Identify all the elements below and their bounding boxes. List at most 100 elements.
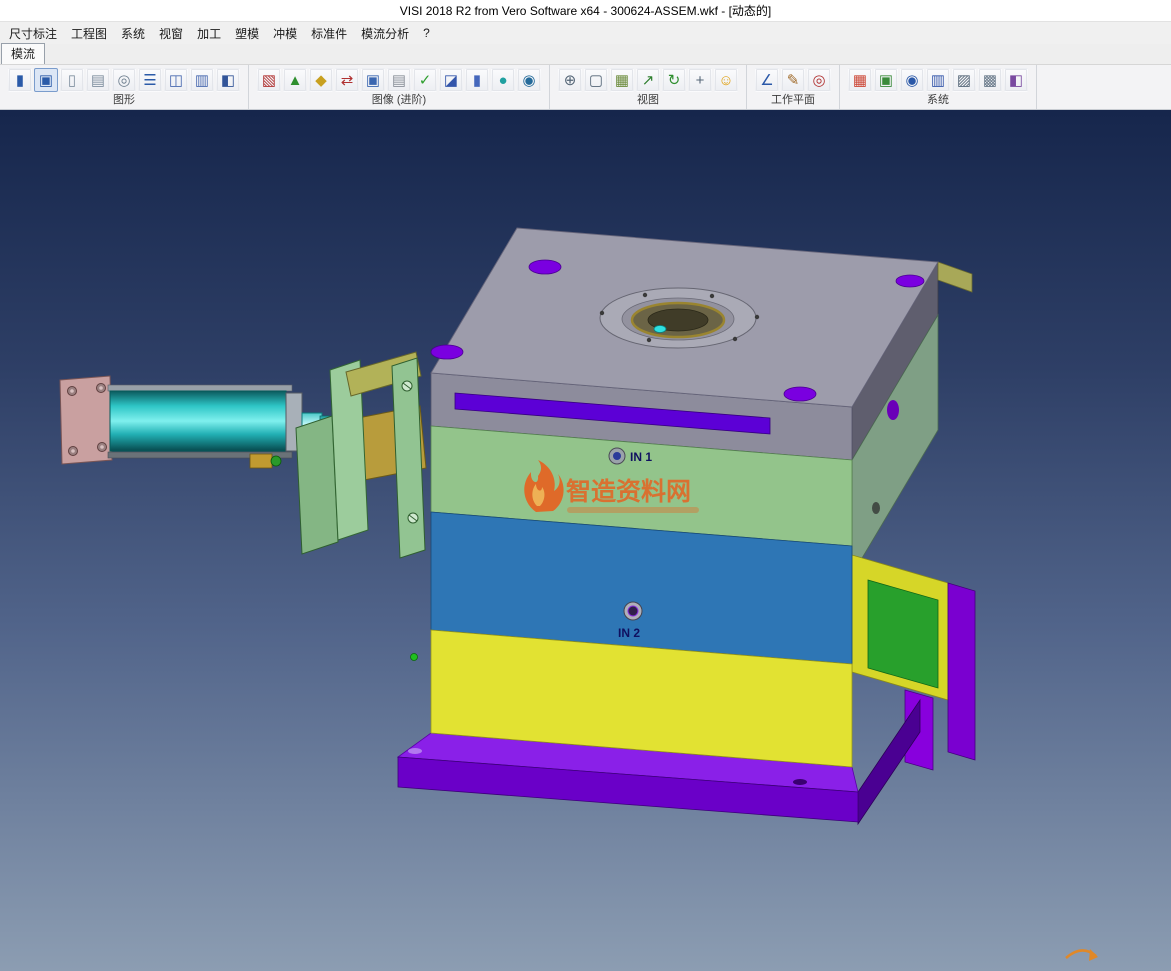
wireframe-icon-glyph: ▧ [262,71,276,89]
tie-rod-top [108,385,292,391]
view-orientation-indicator[interactable] [1066,949,1098,961]
smiley-render-icon-glyph: ☺ [718,72,733,89]
split-view-icon[interactable]: ◧ [216,68,240,92]
bracket-back-plate[interactable] [296,416,338,554]
toolbar-group-0: ▮▣ ▯ ▤◎ ☰ ◫ ▥ ◧ 图形 [0,65,249,109]
texture-pattern-icon[interactable]: ▩ [978,68,1002,92]
pan-view-icon[interactable]: + [688,68,712,92]
layer-list-icon[interactable]: ☰ [138,68,162,92]
workplane-edit-icon[interactable]: ✎ [781,68,805,92]
color-palette-icon-glyph: ▦ [853,71,867,89]
new-document-icon[interactable]: ▮ [8,68,32,92]
menu-item-molding[interactable]: 塑模 [228,23,266,44]
validate-icon-glyph: ✓ [419,71,432,89]
image-export-icon[interactable]: ▣ [874,68,898,92]
color-palette-icon[interactable]: ▦ [848,68,872,92]
sphere-render-icon[interactable]: ● [491,68,515,92]
guide-rail-cap[interactable] [938,262,972,292]
layer-list-icon-glyph: ☰ [143,71,156,89]
paste-view-icon[interactable]: ▥ [190,68,214,92]
wireframe-icon[interactable]: ▧ [257,68,281,92]
render-mode-icon-glyph: ▲ [288,72,303,89]
save-document-icon-glyph: ▯ [68,71,76,89]
hatch-pattern-icon[interactable]: ▨ [952,68,976,92]
section-view-icon[interactable]: ◪ [439,68,463,92]
render-mode-icon[interactable]: ▲ [283,68,307,92]
toolbar-group-3: ∠✎◎工作平面 [747,65,840,109]
annotation-icon[interactable]: ▮ [465,68,489,92]
menu-item-standard-parts[interactable]: 标准件 [304,23,354,44]
workplane-angle-icon-glyph: ∠ [760,71,773,89]
base-slot-hole [793,779,807,785]
toolbar-group-1: ▧ ▲ ◆ ⇄▣ ▤ ✓ ◪ ▮ ● ◉ 图像 (进阶) [249,65,550,109]
toolbar-group-label-2: 视图 [557,93,739,108]
right-face-hole [887,400,899,420]
refresh-view-icon[interactable]: ↻ [662,68,686,92]
save-document-icon[interactable]: ▯ [60,68,84,92]
ribbon: ▮▣▯▤◎☰◫▥◧图形▧▲◆⇄▣▤✓◪▮●◉图像 (进阶)⊕▢▦↗↻+☺视图∠✎… [0,65,1171,110]
smiley-render-icon[interactable]: ☺ [714,68,738,92]
snapshot-icon[interactable]: ▣ [361,68,385,92]
shaded-view-icon-glyph: ◉ [522,71,535,89]
menu-item-machining[interactable]: 加工 [190,23,228,44]
toolbar-group-label-1: 图像 (进阶) [256,93,542,108]
layer-manager-icon[interactable]: ▤ [387,68,411,92]
menu-item-window[interactable]: 视窗 [152,23,190,44]
toolbar-group-label-0: 图形 [7,93,241,108]
menu-item-dimension[interactable]: 尺寸标注 [2,23,64,44]
menu-item-flow-analysis[interactable]: 模流分析 [354,23,416,44]
model-canvas[interactable]: IN 1 IN 2 [0,110,1171,971]
measure-icon-glyph: ↗ [642,71,655,89]
menu-item-drafting[interactable]: 工程图 [64,23,114,44]
water-fitting-in2[interactable] [624,602,642,620]
zoom-in-icon-glyph: ⊕ [564,71,577,89]
water-fitting-in1[interactable] [609,448,625,464]
sphere-render-icon-glyph: ● [498,72,507,89]
texture-pattern-icon-glyph: ▩ [983,71,997,89]
viewport[interactable]: IN 1 IN 2 [0,110,1171,971]
split-view-icon-glyph: ◧ [221,71,235,89]
title-bar: VISI 2018 R2 from Vero Software x64 - 30… [0,0,1171,22]
support-pillar-strip[interactable] [948,583,975,760]
valve-block [250,454,272,468]
hydraulic-cylinder-assembly [60,352,426,558]
menu-bar: 尺寸标注工程图系统视窗加工塑模冲模标准件模流分析? [0,22,1171,44]
cylinder-view-icon[interactable]: ◎ [112,68,136,92]
valve-knob [271,456,281,466]
material-icon-glyph: ◆ [315,71,327,89]
zoom-window-icon[interactable]: ▢ [584,68,608,92]
validate-icon[interactable]: ✓ [413,68,437,92]
section-view-icon-glyph: ◪ [444,71,458,89]
cylinder-body[interactable] [110,391,286,451]
menu-item-help[interactable]: ? [416,24,437,42]
tab-flow[interactable]: 模流 [1,43,45,64]
open-document-icon[interactable]: ▣ [34,68,58,92]
shaded-view-icon[interactable]: ◉ [517,68,541,92]
paste-view-icon-glyph: ▥ [195,71,209,89]
system-cube-icon[interactable]: ◧ [1004,68,1028,92]
workplane-edit-icon-glyph: ✎ [787,71,800,89]
toolbar-group-2: ⊕ ▢▦ ↗ ↻ + ☺ 视图 [550,65,747,109]
workplane-origin-icon-glyph: ◎ [812,71,825,89]
material-icon[interactable]: ◆ [309,68,333,92]
globe-settings-icon[interactable]: ◉ [900,68,924,92]
zoom-in-icon[interactable]: ⊕ [558,68,582,92]
copy-view-icon[interactable]: ◫ [164,68,188,92]
layer-manager-icon-glyph: ▤ [392,71,406,89]
right-face-hole-small [872,502,880,514]
sprue-pin [654,326,666,333]
window-title: VISI 2018 R2 from Vero Software x64 - 30… [400,2,772,19]
toolbar-group-4: ▦▣◉▥▨▩◧系统 [840,65,1037,109]
clamp-bolt-hole [431,345,463,359]
workplane-origin-icon[interactable]: ◎ [807,68,831,92]
page-setup-icon[interactable]: ▤ [86,68,110,92]
menu-item-system[interactable]: 系统 [114,23,152,44]
grid-toggle-icon[interactable]: ▦ [610,68,634,92]
measure-icon[interactable]: ↗ [636,68,660,92]
workplane-angle-icon[interactable]: ∠ [755,68,779,92]
menu-item-stamping[interactable]: 冲模 [266,23,304,44]
grid-settings-icon[interactable]: ▥ [926,68,950,92]
swap-model-icon[interactable]: ⇄ [335,68,359,92]
pan-view-icon-glyph: + [696,72,705,89]
refresh-view-icon-glyph: ↻ [668,71,681,89]
